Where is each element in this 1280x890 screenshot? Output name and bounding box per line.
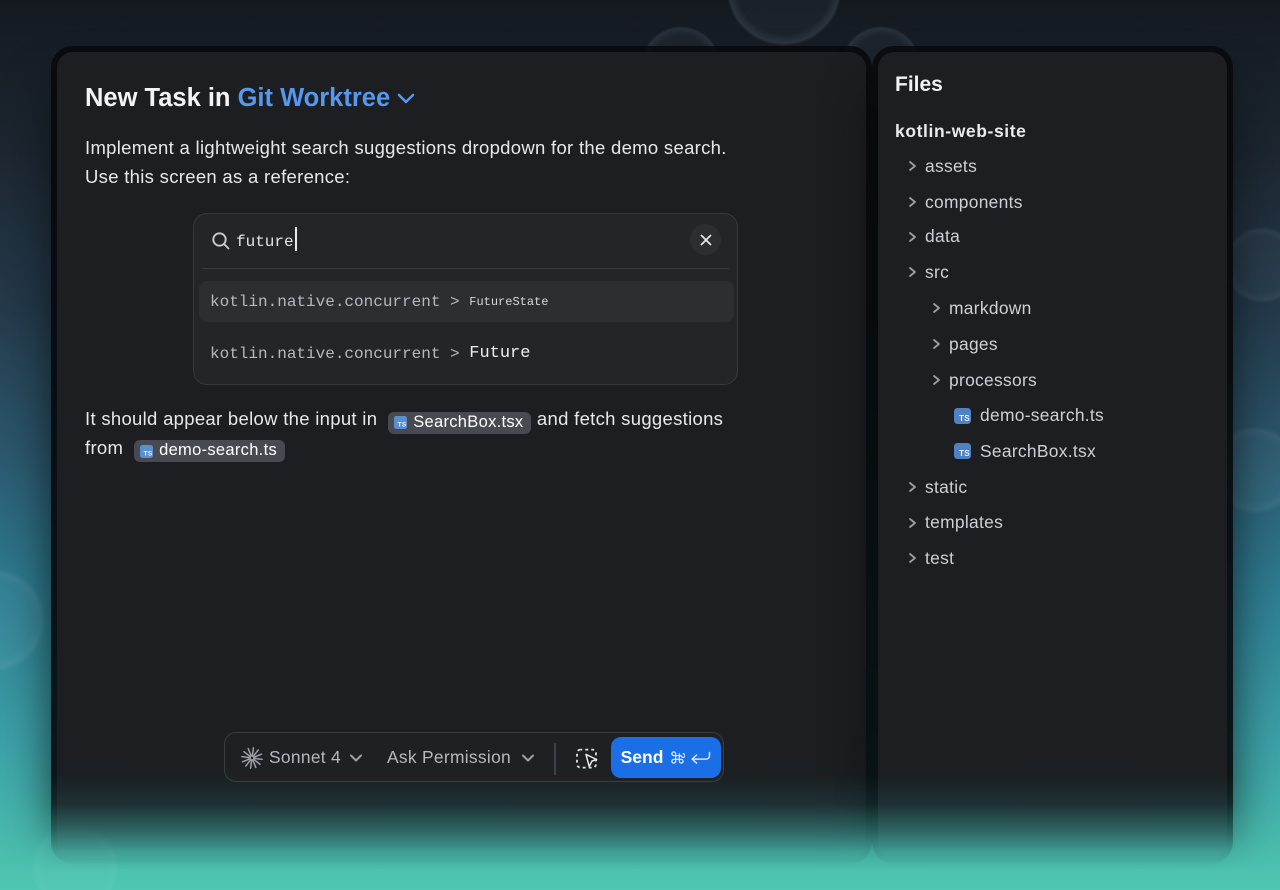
svg-text:TS: TS [144,450,153,457]
svg-text:TS: TS [959,449,970,458]
svg-text:TS: TS [959,414,970,423]
svg-text:TS: TS [398,421,407,428]
